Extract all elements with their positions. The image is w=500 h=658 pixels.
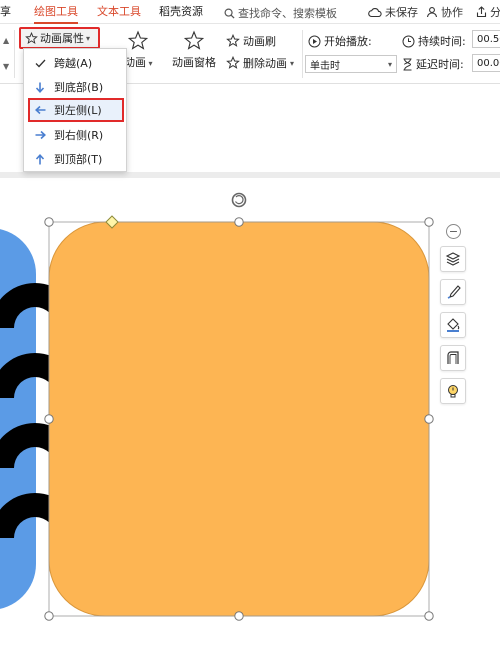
frame-icon — [447, 351, 459, 364]
ribbon-scroll-up-icon[interactable]: ▲ — [3, 36, 9, 45]
delete-animation-label: 删除动画 — [243, 57, 287, 70]
share-icon — [476, 6, 487, 18]
check-icon — [34, 59, 46, 68]
star-brush-icon — [226, 34, 240, 47]
ribbon-divider — [14, 30, 15, 78]
star-delete-icon — [226, 56, 240, 69]
bulb-icon — [448, 385, 458, 398]
animation-properties-button[interactable]: 动画属性 ▾ — [19, 27, 100, 49]
collab-button[interactable]: 协作 — [426, 4, 463, 20]
share-label: 分 — [490, 6, 500, 19]
clock-icon — [402, 35, 415, 47]
delay-label-group: 延迟时间: — [402, 56, 464, 72]
chevron-down-icon: ▾ — [146, 59, 153, 68]
sparkle-star-icon — [128, 30, 149, 50]
unsaved-status[interactable]: 未保存 — [368, 4, 418, 20]
floating-tool-panel — [440, 246, 466, 404]
menu-item-to-right[interactable]: 到右侧(R) — [28, 124, 124, 146]
animation-brush-label: 动画刷 — [243, 35, 276, 48]
duration-label: 持续时间: — [418, 35, 466, 48]
duration-value: 00.50 — [477, 33, 500, 45]
duration-label-group: 持续时间: — [402, 33, 466, 49]
unsaved-label: 未保存 — [385, 6, 418, 19]
menu-item-label: 到底部(B) — [54, 81, 104, 94]
menu-item-to-top[interactable]: 到顶部(T) — [28, 148, 124, 170]
start-play-label: 开始播放: — [324, 35, 372, 48]
menu-item-label: 跨越(A) — [54, 57, 93, 70]
brush-icon — [447, 285, 461, 299]
orange-rounded-square[interactable] — [48, 221, 430, 617]
rotate-handle[interactable] — [231, 192, 247, 208]
animation-brush-button[interactable]: 动画刷 — [226, 33, 276, 49]
delay-label: 延迟时间: — [416, 58, 464, 71]
search-label: 查找命令、搜索模板 — [238, 7, 337, 20]
animation-pane-button[interactable]: 动画窗格 — [172, 30, 216, 70]
start-mode-value: 单击时 — [310, 60, 340, 72]
command-search[interactable]: 查找命令、搜索模板 — [224, 5, 337, 21]
user-icon — [426, 7, 438, 18]
menu-item-to-left[interactable]: 到左侧(L) — [28, 98, 124, 122]
menu-bar: 享 绘图工具 文本工具 稻壳资源 查找命令、搜索模板 未保存 协作 分 — [0, 0, 500, 24]
arrow-right-icon — [34, 130, 46, 140]
menu-item-label: 到右侧(R) — [54, 129, 104, 142]
start-mode-select[interactable]: 单击时 ▾ — [305, 55, 397, 73]
animation-pane-label: 动画窗格 — [172, 56, 216, 69]
layers-button[interactable] — [440, 246, 466, 272]
shape-frame-button[interactable] — [440, 345, 466, 371]
arrow-left-icon — [34, 105, 46, 115]
menu-tab-share[interactable]: 享 — [0, 5, 11, 19]
animation-properties-label: 动画属性 — [40, 32, 84, 45]
menu-item-to-bottom[interactable]: 到底部(B) — [28, 76, 124, 98]
start-play-label-group: 开始播放: — [308, 33, 372, 49]
delay-value: 00.00 — [477, 57, 500, 69]
animation-button[interactable]: 动画 ▾ — [124, 30, 153, 70]
search-icon — [224, 8, 235, 19]
share-button[interactable]: 分 — [476, 4, 500, 20]
menu-tab-text-tools[interactable]: 文本工具 — [97, 5, 141, 19]
line-style-button[interactable] — [440, 279, 466, 305]
menu-item-label: 到顶部(T) — [54, 153, 103, 166]
fill-button[interactable] — [440, 312, 466, 338]
chevron-down-icon: ▾ — [86, 33, 91, 43]
menu-item-label: 到左侧(L) — [54, 104, 102, 117]
hourglass-icon — [403, 58, 412, 70]
smart-tips-button[interactable] — [440, 378, 466, 404]
ribbon-scroll-down-icon[interactable]: ▼ — [3, 62, 9, 71]
menu-tab-drawing-tools[interactable]: 绘图工具 — [34, 5, 78, 24]
arrow-up-icon — [34, 153, 46, 165]
chevron-down-icon: ▾ — [387, 59, 392, 69]
delete-animation-button[interactable]: 删除动画 ▾ — [226, 55, 294, 71]
duration-input[interactable]: 00.50 — [472, 30, 500, 48]
cloud-icon — [368, 7, 382, 17]
menu-item-across[interactable]: 跨越(A) — [28, 52, 124, 74]
collapse-toolbar-button[interactable]: − — [446, 224, 461, 239]
collab-label: 协作 — [441, 6, 463, 19]
star-gear-icon — [25, 31, 38, 44]
chevron-down-icon: ▾ — [290, 58, 295, 68]
ribbon-divider — [302, 30, 303, 78]
menu-tab-docer-resources[interactable]: 稻壳资源 — [159, 5, 203, 19]
slide-shapes — [0, 192, 434, 621]
animation-label: 动画 — [124, 56, 146, 69]
play-circle-icon — [308, 35, 321, 47]
layers-icon — [445, 252, 461, 266]
arrow-down-icon — [34, 82, 46, 93]
star-outline-icon — [183, 30, 205, 50]
fill-icon — [447, 318, 460, 332]
delay-input[interactable]: 00.00 — [472, 54, 500, 72]
animation-properties-menu: 跨越(A) 到底部(B) 到左侧(L) 到右侧(R) 到顶部(T) — [23, 48, 127, 172]
